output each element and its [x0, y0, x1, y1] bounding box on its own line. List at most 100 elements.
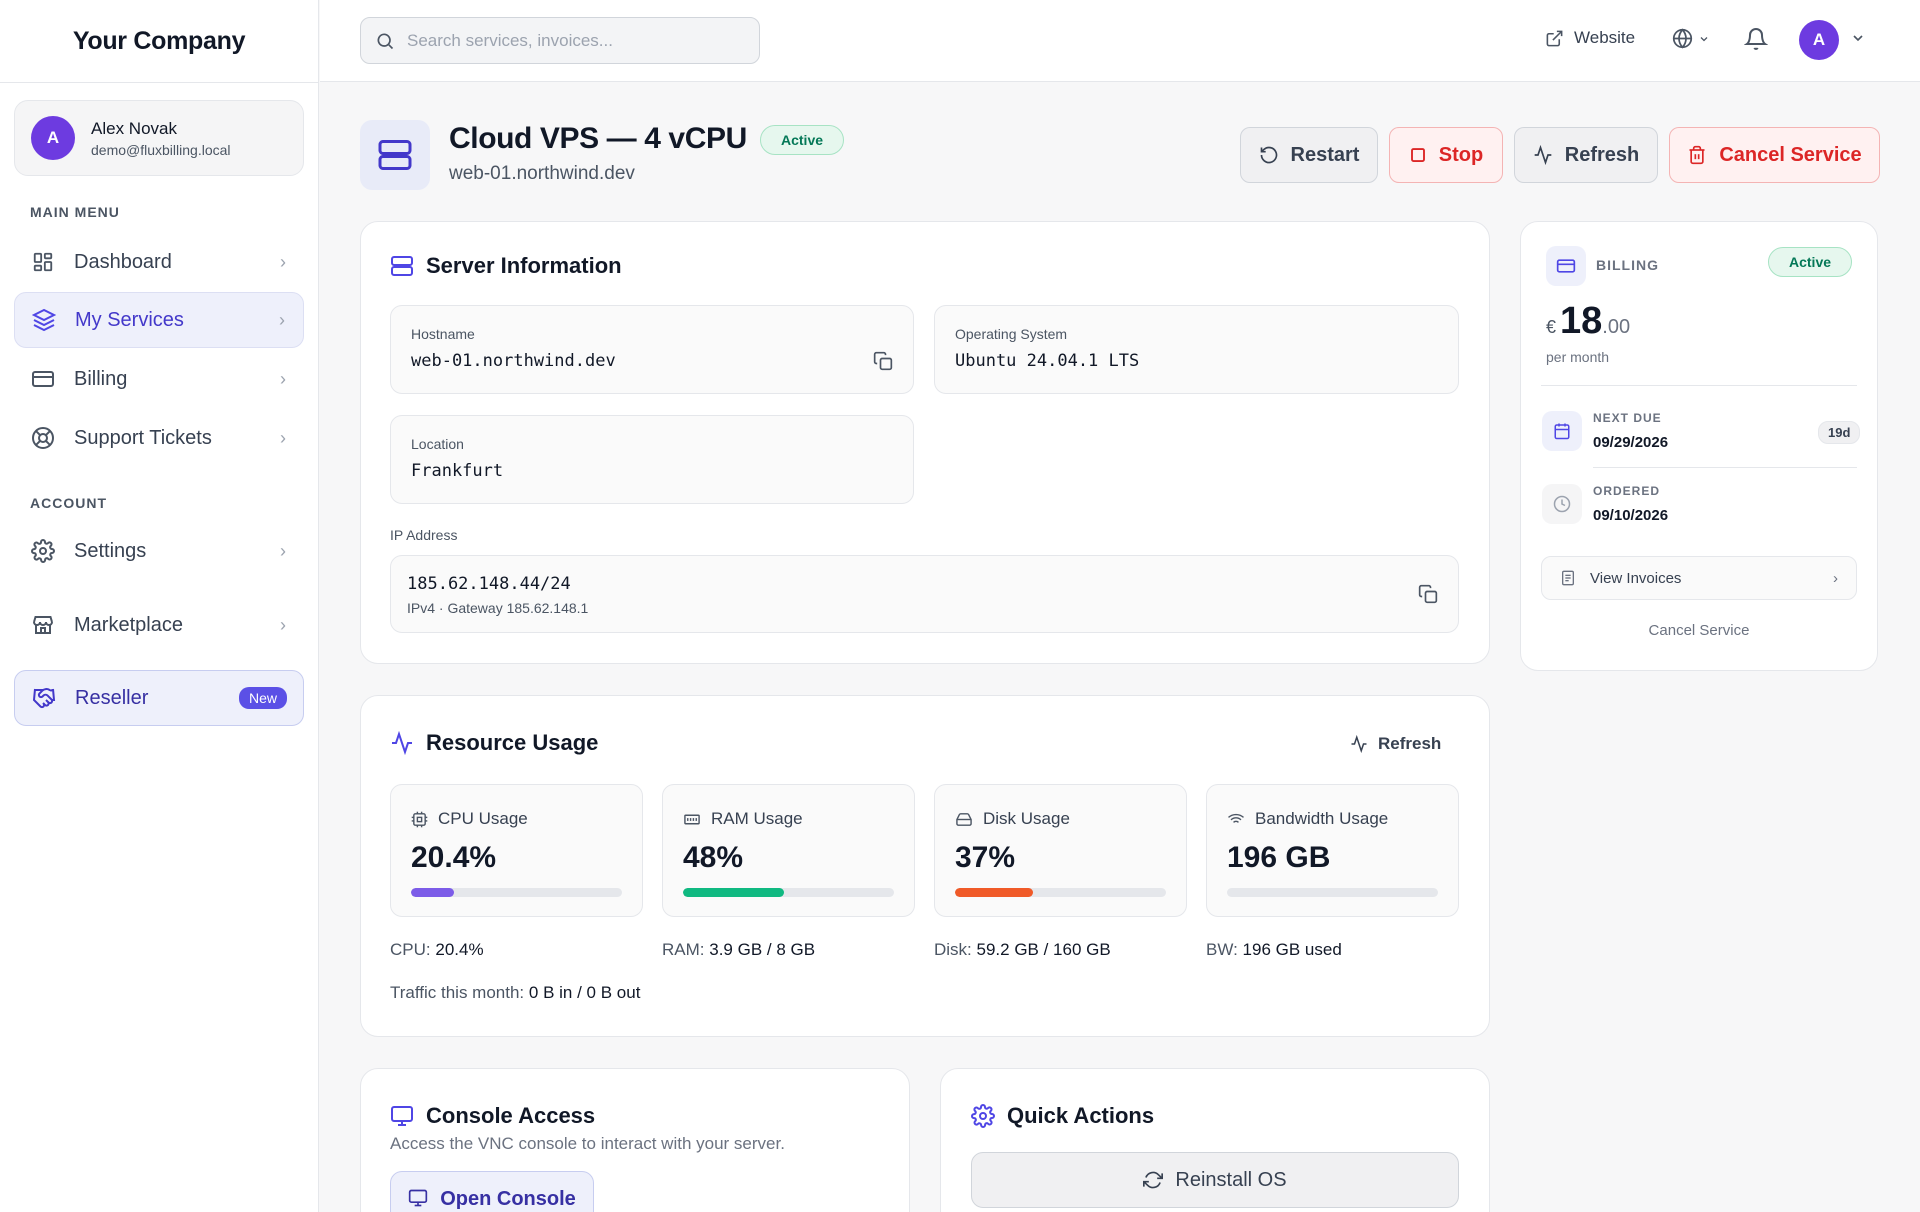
- page-title: Cloud VPS — 4 vCPU: [449, 122, 747, 155]
- chevron-right-icon: ›: [279, 309, 285, 330]
- external-link-icon: [1545, 29, 1564, 48]
- divider: [1541, 385, 1857, 386]
- next-due-label: NEXT DUE: [1593, 411, 1662, 425]
- chevron-right-icon: ›: [280, 251, 286, 272]
- cpu-usage-bar: [411, 888, 622, 897]
- sidebar-item-my-services[interactable]: My Services ›: [14, 292, 304, 348]
- sidebar-item-label: Reseller: [75, 686, 149, 709]
- copy-icon[interactable]: [873, 351, 893, 376]
- chevron-right-icon: ›: [280, 614, 286, 635]
- ip-address-label: IP Address: [390, 527, 458, 543]
- ram-usage-fill: [683, 888, 785, 897]
- cpu-usage-metric: CPU Usage 20.4%: [390, 784, 643, 917]
- resource-usage-title: Resource Usage: [390, 730, 598, 756]
- chevron-right-icon: ›: [1833, 569, 1838, 587]
- search-box[interactable]: [360, 17, 760, 64]
- cpu-detail: CPU: 20.4%: [390, 940, 484, 959]
- server-icon: [390, 254, 414, 278]
- chevron-right-icon: ›: [280, 427, 286, 448]
- refresh-button[interactable]: Refresh: [1514, 127, 1658, 183]
- ip-address-field: 185.62.148.44/24 IPv4 · Gateway 185.62.1…: [390, 555, 1459, 633]
- square-stop-icon: [1409, 146, 1427, 164]
- notifications-bell-icon[interactable]: [1743, 27, 1769, 56]
- activity-icon: [1533, 145, 1553, 165]
- location-value: Frankfurt: [411, 461, 504, 481]
- console-access-title: Console Access: [390, 1103, 595, 1129]
- bandwidth-usage-value: 196 GB: [1227, 841, 1331, 874]
- refresh-label: Refresh: [1564, 143, 1640, 166]
- activity-icon: [390, 731, 414, 755]
- credit-card-icon: [1546, 246, 1586, 286]
- cpu-icon: [411, 811, 428, 828]
- memory-icon: [683, 811, 701, 828]
- sidebar-item-reseller[interactable]: Reseller New: [14, 670, 304, 726]
- bandwidth-usage-metric: Bandwidth Usage 196 GB: [1206, 784, 1459, 917]
- sidebar-item-label: My Services: [75, 308, 184, 331]
- ram-usage-value: 48%: [683, 841, 744, 874]
- service-hostname: web-01.northwind.dev: [449, 163, 635, 184]
- open-console-button[interactable]: Open Console: [390, 1171, 594, 1212]
- monitor-icon: [390, 1104, 414, 1128]
- account-chevron-down-icon[interactable]: [1850, 30, 1866, 51]
- language-selector[interactable]: [1672, 28, 1710, 49]
- user-avatar: A: [31, 116, 75, 160]
- account-label: ACCOUNT: [30, 495, 107, 511]
- sidebar-item-support-tickets[interactable]: Support Tickets ›: [14, 410, 304, 466]
- os-value: Ubuntu 24.04.1 LTS: [955, 351, 1140, 371]
- copy-icon[interactable]: [1418, 584, 1438, 609]
- billing-cancel-service-link[interactable]: Cancel Service: [1520, 622, 1878, 639]
- trash-icon: [1687, 145, 1707, 165]
- sidebar-item-label: Settings: [74, 539, 147, 562]
- billing-period: per month: [1546, 349, 1610, 365]
- sidebar-item-dashboard[interactable]: Dashboard ›: [14, 234, 304, 290]
- chevron-right-icon: ›: [280, 540, 286, 561]
- sidebar: Your Company A Alex Novak demo@fluxbilli…: [0, 0, 319, 1212]
- store-icon: [30, 612, 56, 638]
- user-name: Alex Novak: [91, 118, 177, 138]
- disk-usage-value: 37%: [955, 841, 1016, 874]
- search-input[interactable]: [407, 30, 727, 51]
- restart-button[interactable]: Restart: [1240, 127, 1378, 183]
- price: € 18 .00: [1546, 300, 1630, 343]
- new-badge: New: [238, 687, 287, 709]
- user-card[interactable]: A Alex Novak demo@fluxbilling.local: [14, 100, 304, 176]
- account-avatar[interactable]: A: [1799, 20, 1839, 60]
- days-left-badge: 19d: [1818, 421, 1861, 444]
- sidebar-item-billing[interactable]: Billing ›: [14, 351, 304, 407]
- gear-icon: [971, 1104, 995, 1128]
- disk-detail: Disk: 59.2 GB / 160 GB: [934, 940, 1111, 959]
- resource-refresh-button[interactable]: Refresh: [1350, 734, 1441, 754]
- ram-detail: RAM: 3.9 GB / 8 GB: [662, 940, 816, 959]
- disk-usage-bar: [955, 888, 1166, 897]
- reinstall-os-button[interactable]: Reinstall OS: [971, 1152, 1459, 1208]
- stop-button[interactable]: Stop: [1389, 127, 1503, 183]
- main-menu-label: MAIN MENU: [30, 204, 120, 220]
- stop-label: Stop: [1438, 143, 1484, 166]
- credit-card-icon: [30, 366, 56, 392]
- operating-system-field: Operating System Ubuntu 24.04.1 LTS: [934, 305, 1459, 394]
- cancel-service-label: Cancel Service: [1719, 143, 1862, 166]
- globe-icon: [1672, 28, 1693, 49]
- sidebar-item-label: Marketplace: [74, 613, 183, 636]
- server-icon: [360, 120, 430, 190]
- monitor-icon: [408, 1188, 428, 1208]
- ip-address-subtext: IPv4 · Gateway 185.62.148.1: [407, 600, 589, 616]
- clock-icon: [1542, 484, 1582, 524]
- ordered-value: 09/10/2026: [1593, 507, 1669, 524]
- website-link[interactable]: Website: [1545, 28, 1635, 48]
- search-icon: [375, 31, 395, 51]
- sidebar-item-label: Billing: [74, 367, 128, 390]
- billing-label: BILLING: [1596, 257, 1659, 273]
- brand-logo[interactable]: Your Company: [0, 0, 318, 83]
- sidebar-item-marketplace[interactable]: Marketplace ›: [14, 597, 304, 653]
- view-invoices-button[interactable]: View Invoices ›: [1541, 556, 1857, 600]
- price-decimals: .00: [1602, 316, 1631, 338]
- sidebar-item-settings[interactable]: Settings ›: [14, 523, 304, 579]
- top-bar: Website A: [320, 0, 1920, 82]
- quick-actions-title: Quick Actions: [971, 1103, 1154, 1129]
- cancel-service-button[interactable]: Cancel Service: [1669, 127, 1880, 183]
- status-badge: Active: [760, 125, 845, 155]
- ram-usage-metric: RAM Usage 48%: [662, 784, 915, 917]
- handshake-icon: [31, 685, 57, 711]
- bandwidth-detail: BW: 196 GB used: [1206, 940, 1342, 959]
